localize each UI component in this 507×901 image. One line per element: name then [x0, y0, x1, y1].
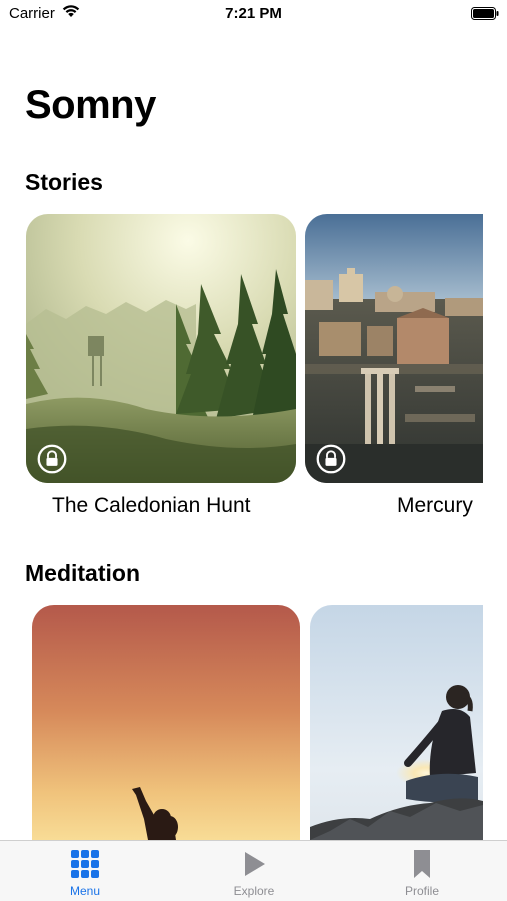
tab-profile-label: Profile: [404, 884, 439, 898]
tab-explore[interactable]: Explore: [204, 841, 304, 901]
lock-icon: [37, 444, 67, 474]
meditation-card-seated[interactable]: [310, 605, 483, 840]
bookmark-icon: [414, 850, 430, 878]
grid-icon: [71, 850, 99, 878]
story-card-caledonian-hunt[interactable]: [26, 214, 296, 483]
tab-menu[interactable]: Menu: [35, 841, 135, 901]
forest-image: [26, 214, 296, 483]
status-bar: Carrier 7:21 PM: [0, 0, 507, 28]
lock-icon: [316, 444, 346, 474]
play-icon: [245, 852, 265, 876]
section-title-stories: Stories: [25, 169, 103, 195]
tab-explore-label: Explore: [233, 884, 275, 898]
clock-time: 7:21 PM: [225, 5, 282, 22]
battery-icon: [471, 7, 499, 20]
tab-menu-label: Menu: [69, 884, 101, 898]
story-caption-mercury: Mercury: [397, 494, 473, 517]
story-caption-caledonian-hunt: The Caledonian Hunt: [52, 494, 251, 517]
app-title: Somny: [25, 83, 156, 127]
sunset-silhouette-image: [32, 605, 300, 840]
tab-bar: Menu Explore Profile: [0, 840, 507, 901]
seated-meditation-image: [310, 605, 483, 840]
tab-profile[interactable]: Profile: [372, 841, 472, 901]
ruins-image: [305, 214, 483, 483]
section-title-meditation: Meditation: [25, 560, 140, 586]
story-card-mercury[interactable]: [305, 214, 483, 483]
meditation-card-sunset[interactable]: [32, 605, 300, 840]
